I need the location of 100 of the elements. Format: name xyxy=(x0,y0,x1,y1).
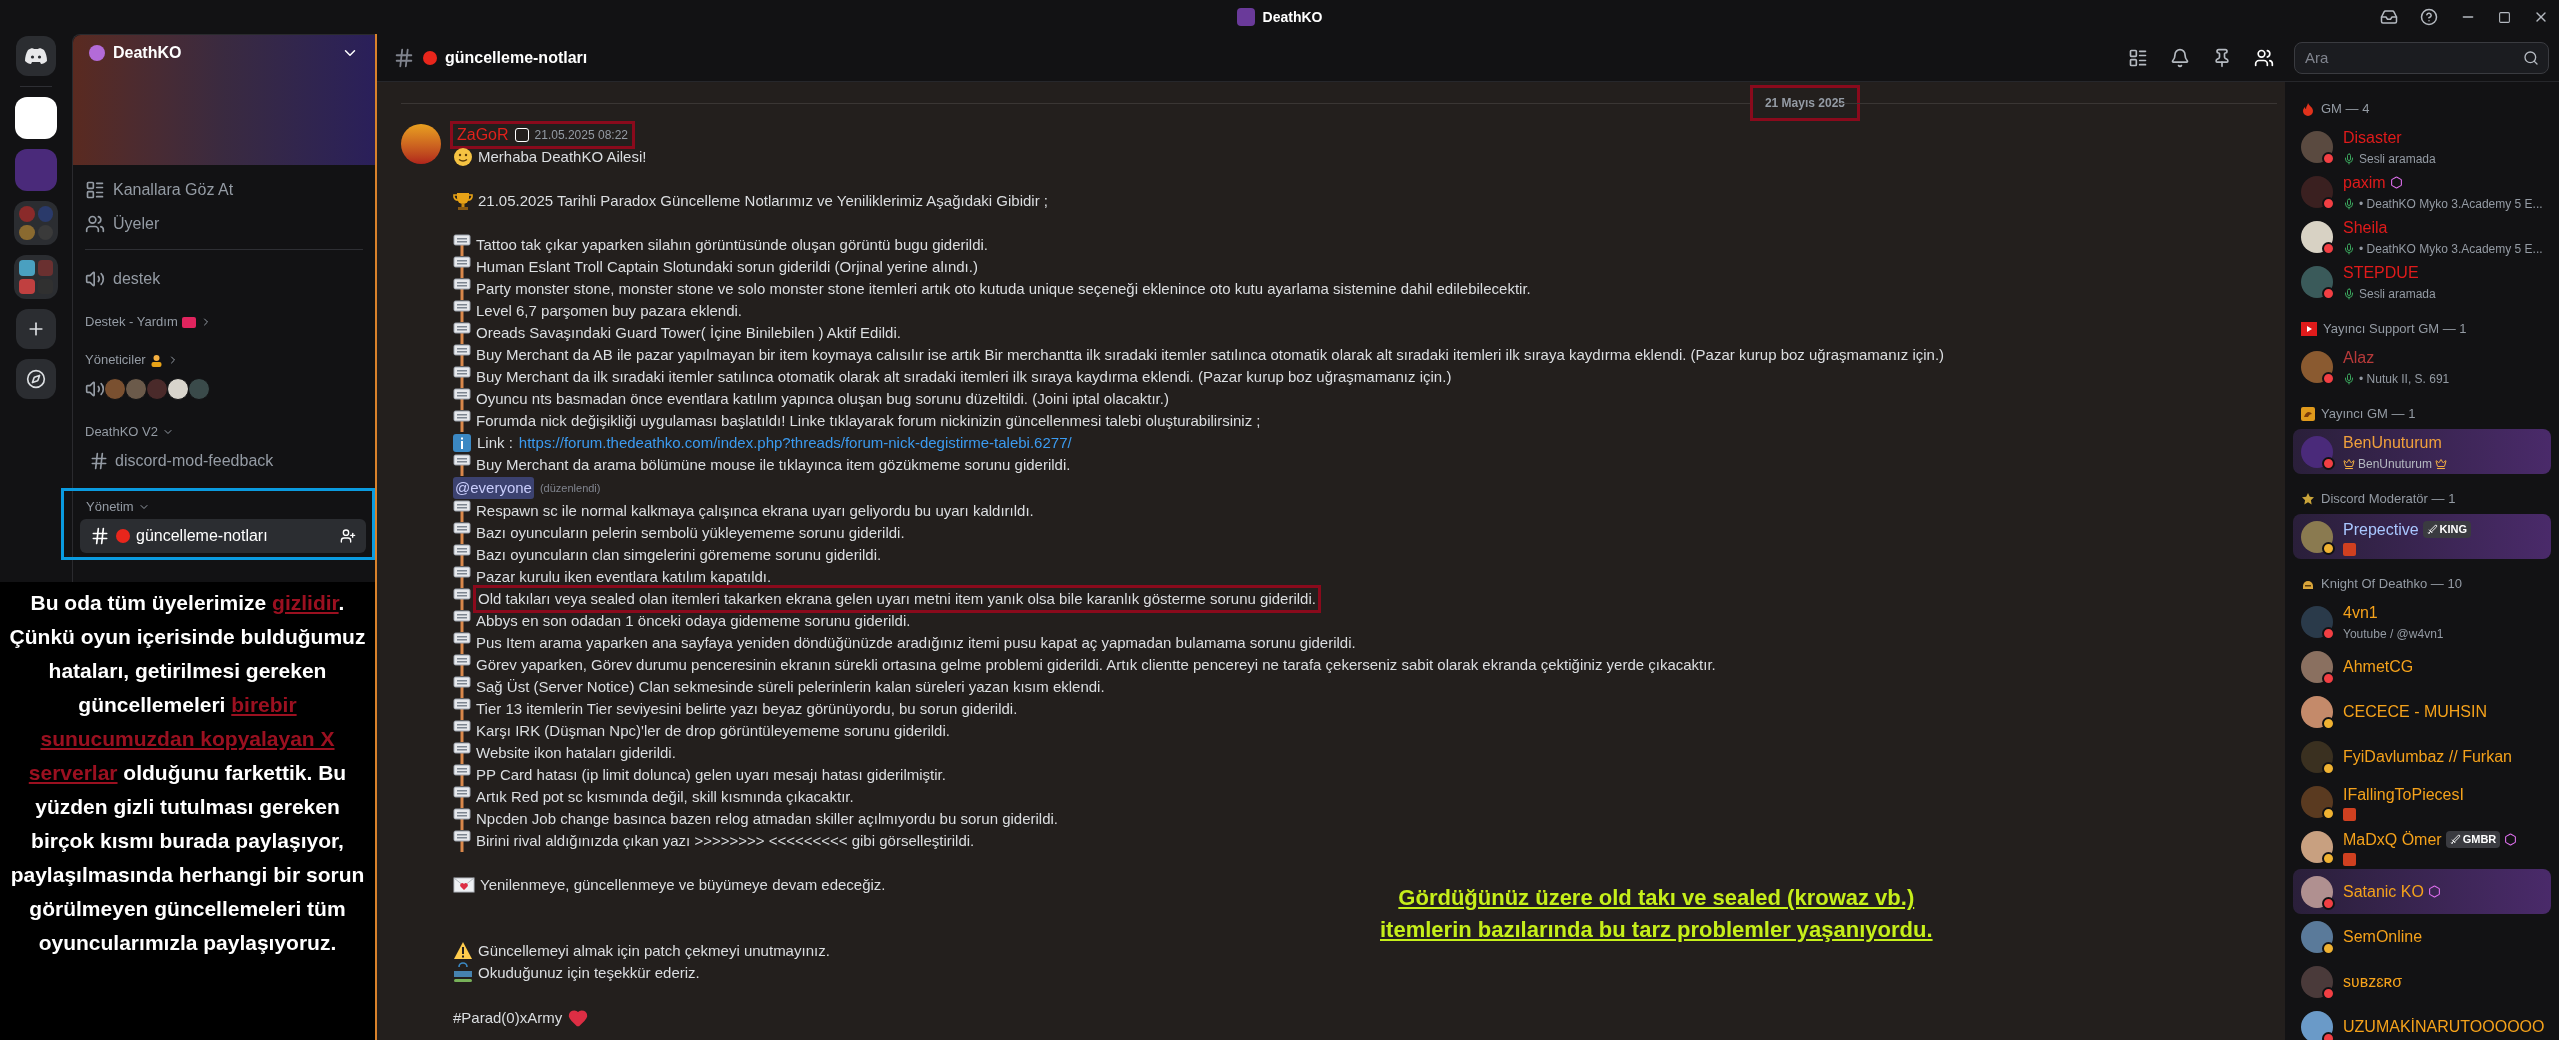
member-avatar xyxy=(2301,175,2333,208)
search-field[interactable]: Ara xyxy=(2294,41,2549,74)
member-row[interactable]: paxim • DeathKO Myko 3.Academy 5 E... xyxy=(2293,169,2551,214)
member-row[interactable]: STEPDUE Sesli aramada xyxy=(2293,259,2551,304)
signpost-icon xyxy=(453,830,471,852)
signpost-icon xyxy=(453,522,471,544)
server-folder[interactable] xyxy=(14,201,58,245)
message-text: Old takıları veya sealed olan itemleri takarken ekrana gelen uyarı metni item yanık olsa bile karanlık gösterme sorunu giderildi. xyxy=(476,587,1318,611)
channel-category[interactable]: Destek - Yardım xyxy=(73,310,375,334)
signpost-icon xyxy=(453,322,471,344)
text-channel[interactable]: discord-mod-feedback xyxy=(79,444,369,478)
channel-category[interactable]: DeathKO V2 xyxy=(73,420,375,444)
member-status-text: Youtube / @w4vn1 xyxy=(2343,625,2444,643)
maximize-icon[interactable] xyxy=(2498,10,2511,24)
add-server-button[interactable] xyxy=(16,309,56,349)
members-item[interactable]: Üyeler xyxy=(73,207,375,241)
invite-icon[interactable] xyxy=(340,528,356,544)
people-icon xyxy=(85,214,105,234)
member-row[interactable]: Sheila • DeathKO Myko 3.Academy 5 E... xyxy=(2293,214,2551,259)
member-row[interactable]: IFallingToPiecesI xyxy=(2293,779,2551,824)
play-icon xyxy=(2301,322,2317,336)
message-text: Pus Item arama yaparken ana sayfaya yeniden döndüğünüzde aradığınız itemi pusu kapat aç yapmadan bulamama sorunu giderildi. xyxy=(476,632,1356,653)
voice-channel[interactable]: destek xyxy=(73,262,375,296)
forum-link[interactable]: https://forum.thedeathko.com/index.php?threads/forum-nick-degistirme-talebi.6277/ xyxy=(518,431,1072,455)
signpost-icon xyxy=(453,676,471,698)
heart-icon xyxy=(568,1008,589,1028)
user-avatar[interactable] xyxy=(167,378,189,400)
list-search-icon xyxy=(85,180,105,200)
member-row[interactable]: CECECE - MUHSIN xyxy=(2293,689,2551,734)
message-text: Bazı oyuncuların pelerin sembolü yükleyememe sorunu giderildi. xyxy=(476,522,905,543)
signpost-icon xyxy=(453,566,471,588)
star-icon xyxy=(2301,492,2315,506)
member-row[interactable]: sʋʙzɛʀσ xyxy=(2293,959,2551,1004)
message-text: Merhaba DeathKO Ailesi! xyxy=(478,146,647,167)
server-name[interactable]: DeathKO xyxy=(113,41,333,65)
browse-channels-item[interactable]: Kanallara Göz At xyxy=(73,173,375,207)
text-channel[interactable]: güncelleme-notları xyxy=(80,519,366,553)
member-avatar xyxy=(2301,350,2333,383)
everyone-mention[interactable]: @everyone xyxy=(453,476,534,500)
member-row[interactable]: FyiDavlumbaz // Furkan xyxy=(2293,734,2551,779)
member-avatar xyxy=(2301,220,2333,253)
member-row[interactable]: AhmetCG xyxy=(2293,644,2551,689)
member-row[interactable]: BenUnuturum BenUnuturum xyxy=(2293,429,2551,474)
signpost-icon xyxy=(453,410,471,432)
member-avatar xyxy=(2301,965,2333,998)
signpost-icon xyxy=(453,610,471,632)
member-avatar xyxy=(2301,605,2333,638)
message-text: Bazı oyuncuların clan simgelerini görememe sorunu giderildi. xyxy=(476,544,882,565)
member-row[interactable]: Alaz • Nutuk II, S. 691 xyxy=(2293,344,2551,389)
message-text: Oyuncu nts basmadan önce eventlara katılım yapınca oluşan bug sorunu düzeltildi. (Joini iptal olacaktır.) xyxy=(476,388,1169,409)
member-name: IFallingToPiecesI xyxy=(2343,784,2464,805)
member-name: Disaster xyxy=(2343,127,2402,148)
member-name: MaDxQ Ömer xyxy=(2343,829,2442,850)
inbox-icon[interactable] xyxy=(2380,8,2398,26)
message-text: Güncellemeyi almak için patch çekmeyi unutmayınız. xyxy=(478,940,830,961)
server-folder[interactable] xyxy=(14,255,58,299)
message-text: Okuduğunuz için teşekkür ederiz. xyxy=(478,962,700,983)
annotation-text: Gördüğünüz üzere old takı ve sealed (krowaz vb.) xyxy=(1398,884,1915,912)
member-status-text: • Nutuk II, S. 691 xyxy=(2359,370,2450,388)
member-group-title: Discord Moderatör — 1 xyxy=(2321,490,2456,509)
server-icon[interactable] xyxy=(15,97,57,139)
pin-icon[interactable] xyxy=(2212,47,2232,68)
bell-icon[interactable] xyxy=(2170,47,2190,68)
signpost-icon xyxy=(453,278,471,300)
explore-button[interactable] xyxy=(16,359,56,399)
crown-icon xyxy=(2435,457,2448,470)
help-icon[interactable] xyxy=(2420,8,2438,26)
member-row[interactable]: SemOnline xyxy=(2293,914,2551,959)
author-avatar[interactable] xyxy=(401,124,441,164)
date-divider: 21 Mayıs 2025 xyxy=(1752,88,1857,118)
member-name: BenUnuturum xyxy=(2343,432,2442,453)
member-row[interactable]: 4vn1 Youtube / @w4vn1 xyxy=(2293,599,2551,644)
member-row[interactable]: UZUMAKİNARUTOOOOOO xyxy=(2293,1004,2551,1040)
signpost-icon xyxy=(453,300,471,322)
channel-category[interactable]: Yönetim xyxy=(74,495,372,519)
member-name: Sheila xyxy=(2343,217,2388,238)
member-avatar xyxy=(2301,695,2333,728)
sword-icon xyxy=(2449,834,2461,845)
member-avatar xyxy=(2301,785,2333,818)
member-row[interactable]: Satanic KO xyxy=(2293,869,2551,914)
message-text: Human Eslant Troll Captain Slotundaki sorun giderildi (Orjinal yerine alındı.) xyxy=(476,256,978,277)
message-text: Sağ Üst (Server Notice) Clan sekmesinde süreli pelerinlerin kalan süreleri yazan kısım eklendi. xyxy=(476,676,1105,697)
message-text: Artık Red pot sc kısmında değil, skill kısmında çıkacaktır. xyxy=(476,786,854,807)
members-icon[interactable] xyxy=(2254,47,2274,68)
member-name: SemOnline xyxy=(2343,926,2423,947)
link-label: Link : xyxy=(477,432,513,453)
member-row[interactable]: Disaster Sesli aramada xyxy=(2293,124,2551,169)
member-status-text: • DeathKO Myko 3.Academy 5 E... xyxy=(2359,240,2543,258)
threads-icon[interactable] xyxy=(2128,47,2148,68)
member-status-text: Sesli aramada xyxy=(2359,150,2436,168)
member-row[interactable]: Prepective KING xyxy=(2293,514,2551,559)
member-row[interactable]: MaDxQ Ömer GMBR xyxy=(2293,824,2551,869)
message-text: Görev yaparken, Görev durumu penceresinin ekranın sürekli ortasına gelme problemi giderildi. Artık clientte pencereyi ne tarafa çekerseniz sabit olarak ekranda çektiğiniz yerde çıkacaktır. xyxy=(476,654,1716,675)
search-icon xyxy=(2523,49,2539,66)
signpost-icon xyxy=(453,544,471,566)
channel-title: güncelleme-notları xyxy=(445,47,588,68)
discord-logo-icon[interactable] xyxy=(16,36,56,76)
member-avatar xyxy=(2301,740,2333,773)
channel-category[interactable]: Yöneticiler xyxy=(73,348,375,372)
member-group-title: Yayıncı Support GM — 1 xyxy=(2323,320,2467,339)
